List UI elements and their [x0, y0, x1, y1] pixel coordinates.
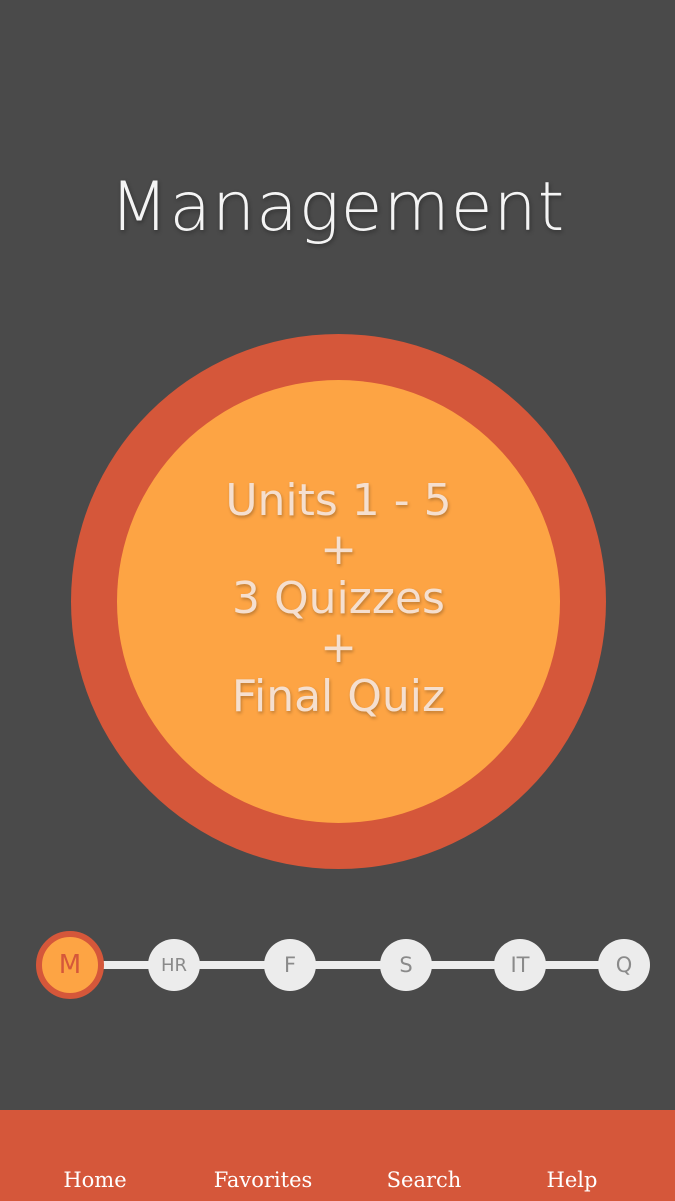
page-title: Management: [109, 168, 566, 247]
course-summary: Units 1 - 5 + 3 Quizzes + Final Quiz: [117, 476, 560, 721]
step-s[interactable]: S: [380, 939, 432, 991]
step-q[interactable]: Q: [598, 939, 650, 991]
course-line-plus-2: +: [320, 622, 357, 673]
nav-favorites[interactable]: Favorites: [203, 1168, 323, 1192]
course-line-quizzes: 3 Quizzes: [232, 573, 445, 624]
nav-home[interactable]: Home: [45, 1168, 145, 1192]
course-line-plus-1: +: [320, 524, 357, 575]
step-f[interactable]: F: [264, 939, 316, 991]
course-line-units: Units 1 - 5: [225, 475, 452, 526]
nav-help[interactable]: Help: [522, 1168, 622, 1192]
step-hr[interactable]: HR: [148, 939, 200, 991]
course-line-final: Final Quiz: [231, 671, 446, 722]
step-it[interactable]: IT: [494, 939, 546, 991]
nav-search[interactable]: Search: [374, 1168, 474, 1192]
step-management[interactable]: M: [36, 931, 104, 999]
